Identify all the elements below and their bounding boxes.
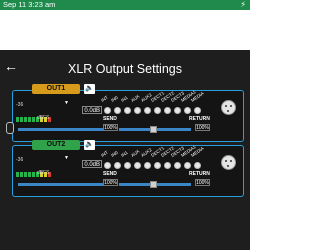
- gain-field[interactable]: 0.0dB: [82, 106, 102, 114]
- channel-media[interactable]: [194, 107, 201, 114]
- dbfs-label: dBFS: [37, 115, 50, 121]
- channel-dect1[interactable]: [154, 162, 161, 169]
- send-label: SEND: [103, 116, 117, 122]
- gain-field[interactable]: 0.0dB: [82, 160, 102, 168]
- return-slider-handle[interactable]: [150, 181, 157, 188]
- channel-dect3[interactable]: [174, 107, 181, 114]
- dbfs-label: dBFS: [37, 170, 50, 176]
- channel-in1[interactable]: [124, 107, 131, 114]
- meter-min-label: -36: [16, 157, 24, 163]
- channel-aux[interactable]: [134, 162, 141, 169]
- send-slider-fill: [18, 128, 106, 131]
- page-title: XLR Output Settings: [68, 62, 182, 76]
- channel-dect1[interactable]: [154, 107, 161, 114]
- xlr-connector-icon: [221, 155, 236, 170]
- return-label: RETURN: [189, 171, 210, 177]
- channel-in0[interactable]: [114, 107, 121, 114]
- screen: Sep 11 3:23 am ⚡ ← XLR Output Settings O…: [0, 0, 250, 250]
- status-time: Sep 11 3:23 am: [3, 0, 56, 9]
- channel-aux2[interactable]: [144, 162, 151, 169]
- level-meter: [16, 164, 53, 177]
- gain-indicator-icon: ▼: [64, 100, 69, 106]
- return-slider-handle[interactable]: [150, 126, 157, 133]
- channel-media1[interactable]: [184, 107, 191, 114]
- channel-dect2[interactable]: [164, 107, 171, 114]
- channel-in1[interactable]: [124, 162, 131, 169]
- channel-dect3[interactable]: [174, 162, 181, 169]
- charging-bolt-icon: ⚡: [240, 0, 246, 9]
- return-percent[interactable]: 100%: [195, 124, 210, 131]
- link-icon[interactable]: [6, 122, 14, 134]
- send-slider-fill: [18, 183, 106, 186]
- channel-media1[interactable]: [184, 162, 191, 169]
- channel-dect2[interactable]: [164, 162, 171, 169]
- meter-min-label: -36: [16, 102, 24, 108]
- channel-aux2[interactable]: [144, 107, 151, 114]
- output-tab-out1[interactable]: OUT1: [32, 84, 80, 94]
- channel-int[interactable]: [104, 162, 111, 169]
- send-label: SEND: [103, 171, 117, 177]
- channel-aux[interactable]: [134, 107, 141, 114]
- return-label: RETURN: [189, 116, 210, 122]
- gain-indicator-icon: ▼: [64, 155, 69, 161]
- output-tab-out2[interactable]: OUT2: [32, 140, 80, 150]
- channel-media[interactable]: [194, 162, 201, 169]
- level-meter: [16, 109, 53, 122]
- channel-int[interactable]: [104, 107, 111, 114]
- xlr-connector-icon: [221, 100, 236, 115]
- channel-in0[interactable]: [114, 162, 121, 169]
- send-percent[interactable]: 100%: [103, 179, 118, 186]
- return-percent[interactable]: 100%: [195, 179, 210, 186]
- send-percent[interactable]: 100%: [103, 124, 118, 131]
- speaker-icon[interactable]: 🔈: [84, 84, 95, 94]
- status-bar: Sep 11 3:23 am ⚡: [0, 0, 250, 10]
- speaker-icon[interactable]: 🔈: [84, 140, 95, 150]
